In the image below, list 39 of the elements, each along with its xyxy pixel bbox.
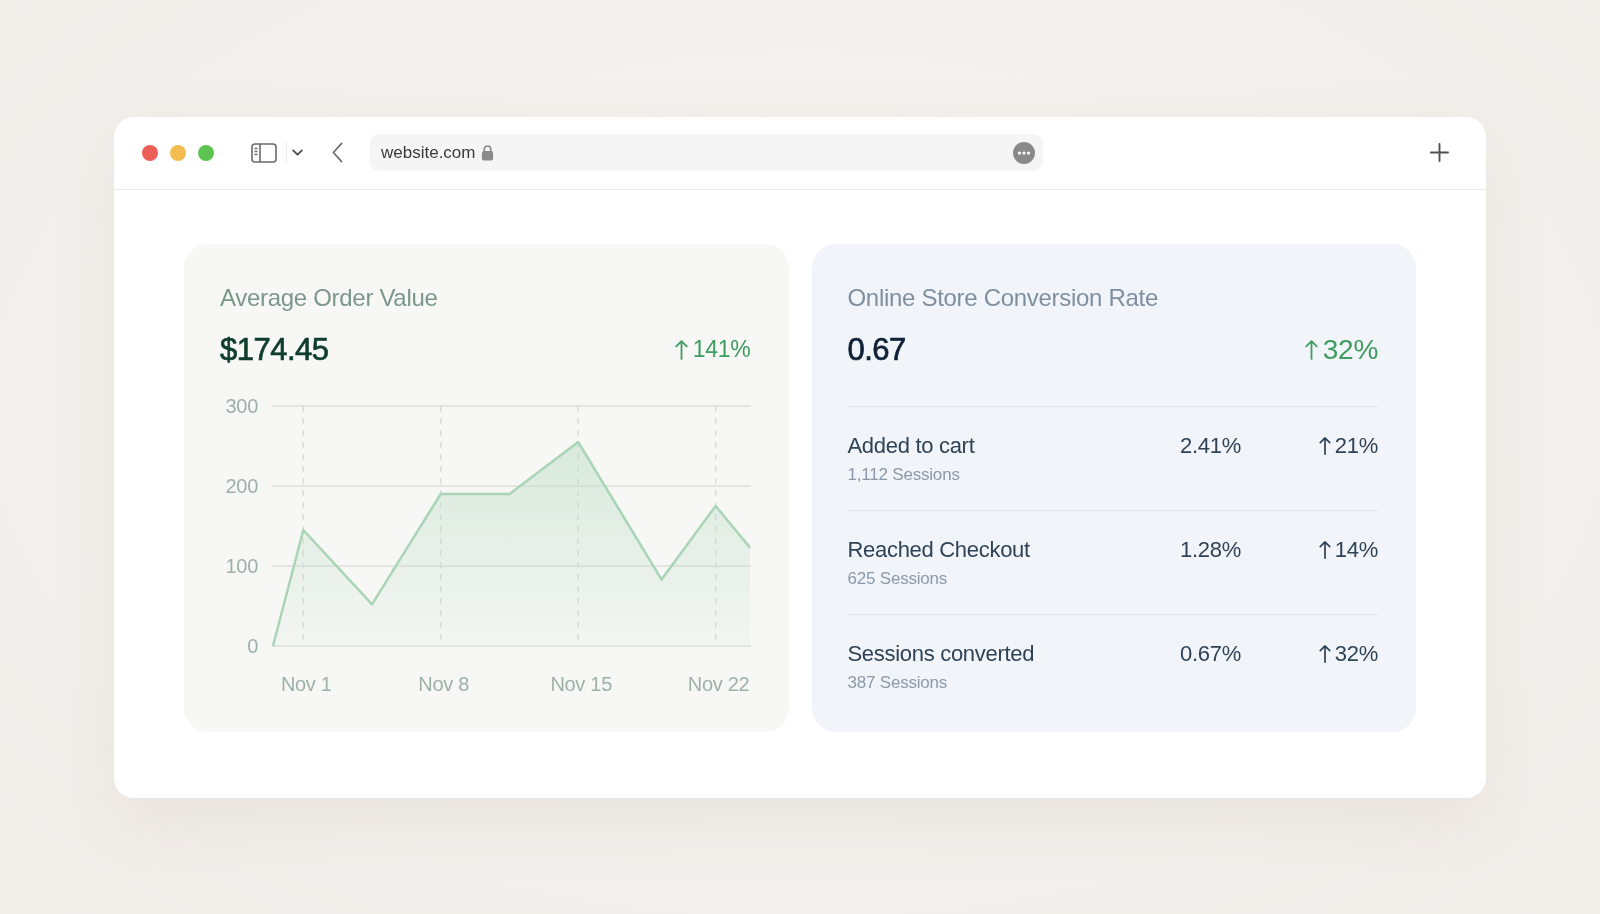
sidebar-icon[interactable] [251,142,277,163]
x-axis-label: Nov 22 [687,672,750,695]
change-value: 14% [1334,536,1378,563]
lock-icon [481,144,495,161]
conversion-rate: 2.41% [1180,432,1241,459]
funnel-step-label: Added to cart [847,432,976,459]
session-count: 387 Sessions [847,672,949,693]
x-axis-label: Nov 15 [550,672,612,695]
x-axis-label: Nov 1 [280,672,332,695]
new-tab-icon[interactable] [1430,143,1449,162]
y-axis-label: 200 [225,474,258,497]
arrow-up-icon [1318,540,1331,559]
funnel-step-label: Reached Checkout [847,536,1031,563]
address-bar[interactable]: website.com [370,134,1043,171]
change-value: 32% [1334,640,1378,667]
change-value: 21% [1334,432,1378,459]
metric-value: $174.45 [220,331,329,368]
y-axis-label: 300 [225,394,258,417]
chevron-down-icon[interactable] [292,149,303,156]
conversion-rate: 0.67% [1180,640,1241,667]
change-value: 32% [1322,333,1378,366]
card-title: Online Store Conversion Rate [847,283,1159,312]
arrow-up-icon [1304,339,1318,360]
funnel-step-label: Sessions converted [847,640,1036,667]
session-count: 625 Sessions [847,568,949,589]
back-icon[interactable] [332,142,343,163]
change-value: 141% [692,336,751,363]
conversion-rate: 1.28% [1180,536,1241,563]
y-axis-label: 100 [225,554,258,577]
arrow-up-icon [1318,436,1331,455]
arrow-up-icon [1318,644,1331,663]
card-title: Average Order Value [220,283,439,312]
y-axis-label: 0 [247,634,258,657]
close-window-icon[interactable] [142,144,158,161]
more-icon[interactable] [1013,141,1035,164]
arrow-up-icon [674,339,688,360]
x-axis-label: Nov 8 [418,672,470,695]
session-count: 1,112 Sessions [847,464,961,485]
metric-value: 0.67 [847,331,906,368]
